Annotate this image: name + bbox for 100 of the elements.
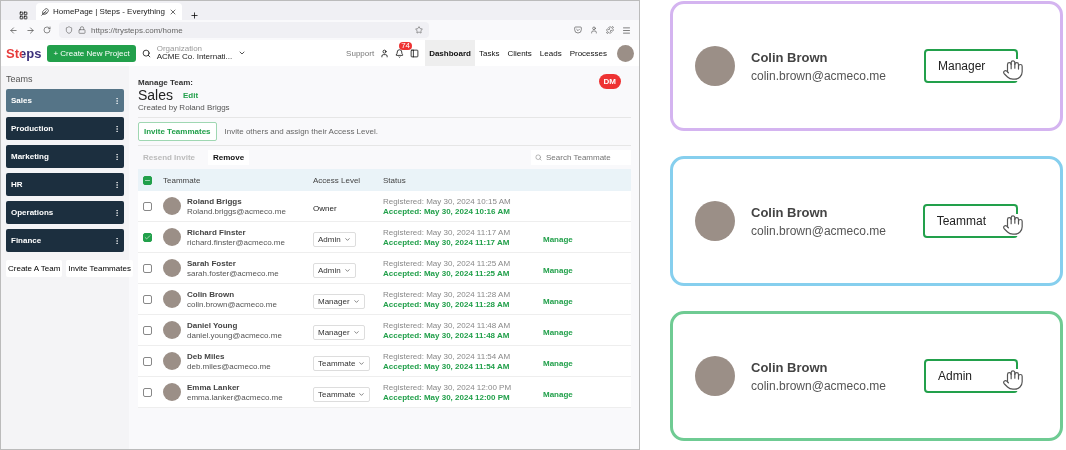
- column-header: Status: [383, 175, 407, 185]
- avatar: [695, 201, 735, 241]
- plus-icon: [189, 11, 199, 20]
- puzzle-icon: [606, 26, 614, 34]
- user-name: Colin Brown: [751, 49, 829, 65]
- row-checkbox[interactable]: [143, 294, 152, 304]
- team-item[interactable]: Finance: [6, 229, 124, 252]
- chevron-down-icon: [358, 359, 366, 367]
- row-checkbox[interactable]: [143, 201, 152, 211]
- row-checkbox[interactable]: [143, 325, 152, 335]
- access-select[interactable]: Admin: [313, 262, 356, 278]
- more-icon: [113, 124, 121, 133]
- chevron-down-icon: [352, 328, 360, 336]
- accepted-date: Accepted: May 30, 2024 11:25 AM: [383, 268, 511, 278]
- forward-icon: [26, 25, 35, 35]
- address-bar[interactable]: https://trysteps.com/home: [59, 22, 429, 38]
- accepted-date: Accepted: May 30, 2024 11:54 AM: [383, 361, 511, 371]
- manage-link[interactable]: Manage: [543, 266, 573, 275]
- column-header: Teammate: [163, 175, 202, 185]
- more-icon: [113, 236, 121, 245]
- avatar: [163, 383, 181, 401]
- support-link[interactable]: Support: [346, 48, 375, 58]
- close-icon: [168, 7, 177, 16]
- nav-tab[interactable]: Clients: [503, 40, 536, 66]
- back-icon: [9, 25, 18, 35]
- nav-tab[interactable]: Dashboard: [425, 40, 475, 66]
- avatar: [163, 259, 181, 277]
- accepted-date: Accepted: May 30, 2024 11:17 AM: [383, 237, 511, 247]
- registered-date: Registered: May 30, 2024 12:00 PM: [383, 382, 513, 392]
- manage-link[interactable]: Manage: [543, 235, 573, 244]
- row-checkbox[interactable]: [143, 232, 152, 242]
- account-icon: [590, 26, 598, 34]
- team-item[interactable]: Sales: [6, 89, 124, 112]
- chevron-down-icon: [343, 266, 351, 274]
- feather-icon: [41, 7, 49, 16]
- check-icon: [144, 233, 151, 241]
- sidebar-button[interactable]: Invite Teammates: [66, 260, 133, 277]
- user-email: colin.brown@acmeco.me: [751, 223, 886, 238]
- teammate-email: daniel.young@acmeco.me: [187, 330, 282, 340]
- manage-link[interactable]: Manage: [543, 297, 573, 306]
- manage-link[interactable]: Manage: [543, 328, 573, 337]
- more-icon: [113, 96, 121, 105]
- teammate-name: Emma Lanker: [187, 382, 241, 392]
- dm-badge[interactable]: DM: [598, 74, 621, 89]
- profile-avatar[interactable]: [617, 44, 634, 62]
- invite-button[interactable]: Invite Teammates: [138, 122, 217, 141]
- panel-icon: [410, 48, 420, 58]
- registered-date: Registered: May 30, 2024 11:17 AM: [383, 227, 512, 237]
- team-item[interactable]: Marketing: [6, 145, 124, 168]
- row-checkbox[interactable]: [143, 263, 152, 273]
- caret-icon: [238, 49, 247, 57]
- avatar: [695, 356, 735, 396]
- search-field[interactable]: Search Teammate: [531, 150, 631, 165]
- chevron-down-icon: [343, 235, 351, 243]
- row-checkbox[interactable]: [143, 356, 152, 366]
- more-icon: [113, 180, 121, 189]
- teammate-name: Roland Briggs: [187, 196, 243, 206]
- teammate-email: colin.brown@acmeco.me: [187, 299, 277, 309]
- browser-tab[interactable]: HomePage | Steps - Everything: [36, 3, 182, 20]
- nav-tab[interactable]: Processes: [565, 40, 611, 66]
- teammate-name: Deb Miles: [187, 351, 226, 361]
- tabs-icon: [19, 11, 28, 20]
- teammate-email: sarah.foster@acmeco.me: [187, 268, 279, 278]
- sidebar-button[interactable]: Create A Team: [6, 260, 63, 277]
- menu-icon: [622, 25, 631, 35]
- access-select[interactable]: Teammate: [313, 355, 371, 371]
- row-checkbox[interactable]: [143, 387, 152, 397]
- page-kicker: Manage Team:: [138, 78, 193, 87]
- organization-select[interactable]: ACME Co. Internati...: [156, 52, 233, 62]
- team-item[interactable]: Operations: [6, 201, 124, 224]
- hand-cursor-icon: [1002, 369, 1024, 391]
- manage-link[interactable]: Manage: [543, 390, 573, 399]
- hand-cursor-icon: [1002, 214, 1024, 236]
- search-icon: [141, 48, 151, 58]
- nav-tab[interactable]: Leads: [535, 40, 566, 66]
- select-all-checkbox[interactable]: [143, 175, 152, 185]
- registered-date: Registered: May 30, 2024 11:54 AM: [383, 351, 512, 361]
- access-select[interactable]: Manager: [313, 324, 365, 340]
- registered-date: Registered: May 30, 2024 11:48 AM: [383, 320, 512, 330]
- notification-badge: 74: [399, 41, 413, 50]
- reload-icon: [43, 26, 51, 34]
- avatar: [163, 352, 181, 370]
- access-select[interactable]: Teammate: [313, 386, 371, 402]
- action-button[interactable]: Remove: [208, 150, 250, 165]
- access-select[interactable]: Manager: [313, 293, 365, 309]
- access-select[interactable]: Admin: [313, 231, 356, 247]
- page-title: Sales: [138, 87, 174, 103]
- manage-link[interactable]: Manage: [543, 359, 573, 368]
- avatar: [695, 46, 735, 86]
- team-item[interactable]: HR: [6, 173, 124, 196]
- accepted-date: Accepted: May 30, 2024 11:28 AM: [383, 299, 511, 309]
- bell-icon: [395, 48, 405, 58]
- organization-label: Organization: [156, 44, 204, 53]
- user-name: Colin Brown: [751, 359, 829, 375]
- teammate-email: Roland.briggs@acmeco.me: [187, 206, 286, 216]
- accepted-date: Accepted: May 30, 2024 11:48 AM: [383, 330, 511, 340]
- accepted-date: Accepted: May 30, 2024 10:16 AM: [383, 206, 511, 216]
- team-item[interactable]: Production: [6, 117, 124, 140]
- teammate-email: richard.finster@acmeco.me: [187, 237, 285, 247]
- nav-tab[interactable]: Tasks: [474, 40, 504, 66]
